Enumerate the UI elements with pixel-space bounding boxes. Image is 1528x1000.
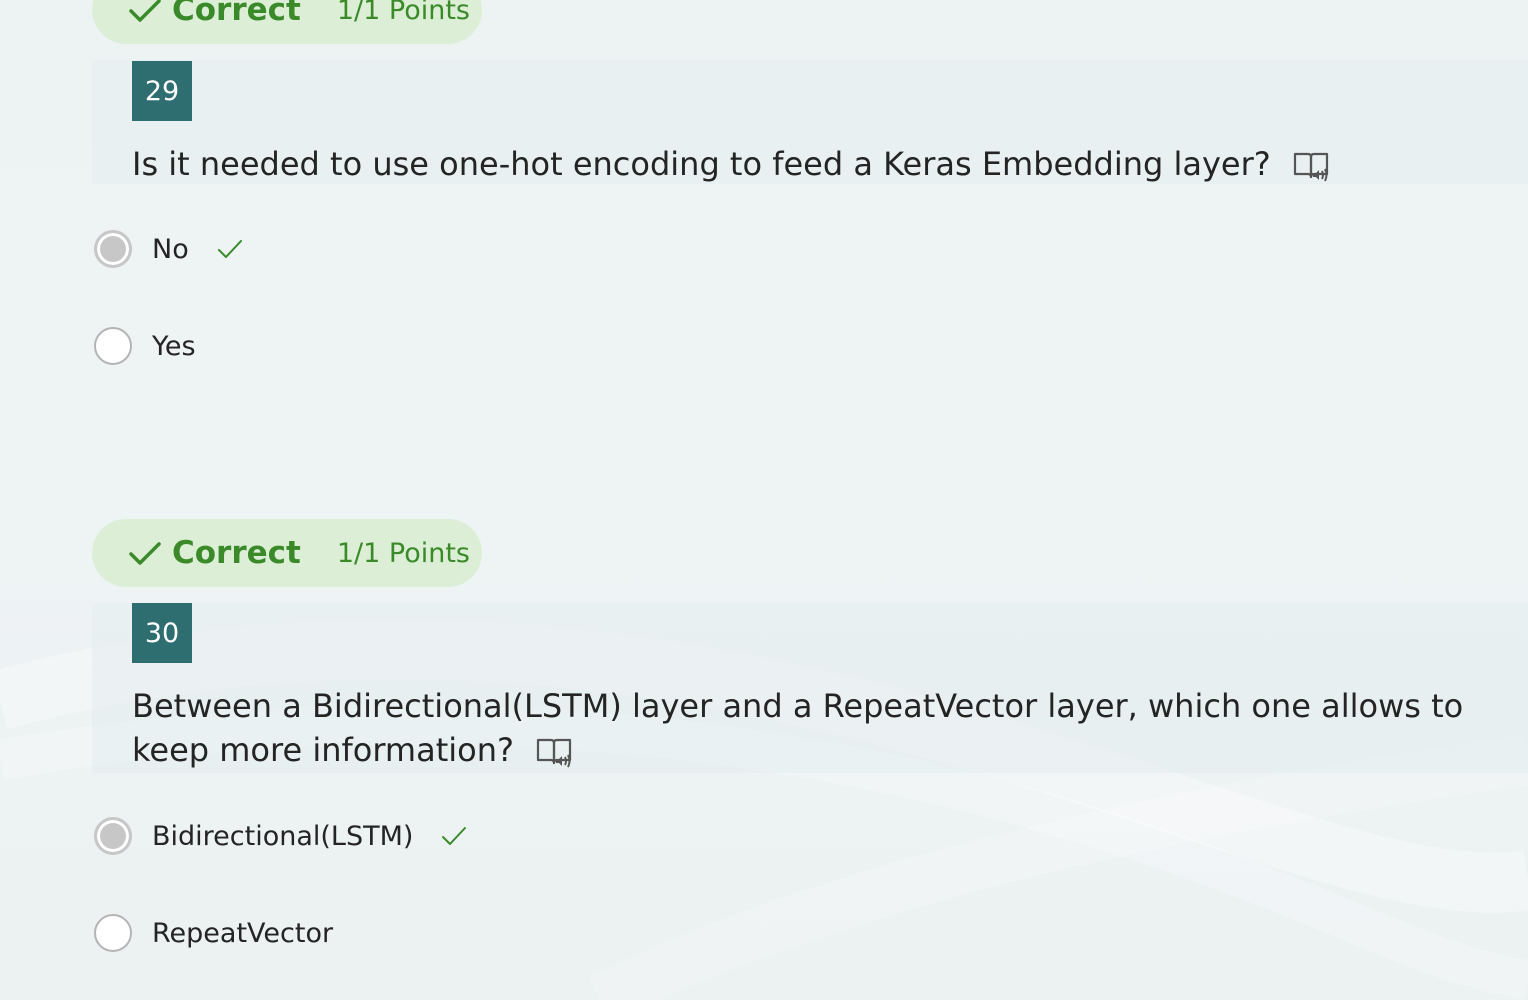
question-text-q30: Between a Bidirectional(LSTM) layer and … — [132, 684, 1472, 772]
option-label: No — [152, 233, 189, 265]
radio-button-selected[interactable] — [94, 817, 132, 855]
question-number-q30: 30 — [132, 603, 192, 663]
result-badge-q30: Correct 1/1 Points — [92, 519, 482, 587]
immersive-reader-icon[interactable] — [536, 735, 574, 769]
question-number-q29: 29 — [132, 61, 192, 121]
option-yes[interactable]: Yes — [94, 324, 196, 368]
option-bidirectional-lstm[interactable]: Bidirectional(LSTM) — [94, 814, 467, 858]
checkmark-icon — [129, 0, 161, 22]
result-badge-q29: Correct 1/1 Points — [92, 0, 482, 44]
result-points: 1/1 Points — [336, 537, 470, 569]
option-no[interactable]: No — [94, 227, 243, 271]
checkmark-icon — [129, 542, 161, 565]
option-repeatvector[interactable]: RepeatVector — [94, 911, 333, 955]
question-text: Is it needed to use one-hot encoding to … — [132, 145, 1271, 183]
correct-answer-check-icon — [217, 240, 242, 258]
radio-button[interactable] — [94, 914, 132, 952]
correct-answer-check-icon — [442, 827, 467, 845]
question-text-q29: Is it needed to use one-hot encoding to … — [132, 142, 1472, 186]
radio-button[interactable] — [94, 327, 132, 365]
option-label: Bidirectional(LSTM) — [152, 820, 414, 852]
result-points: 1/1 Points — [336, 0, 470, 26]
option-label: RepeatVector — [152, 917, 334, 949]
radio-button-selected[interactable] — [94, 230, 132, 268]
question-text: Between a Bidirectional(LSTM) layer and … — [132, 687, 1464, 769]
immersive-reader-icon[interactable] — [1293, 149, 1331, 183]
option-label: Yes — [152, 330, 196, 362]
result-status: Correct — [172, 0, 301, 28]
result-status: Correct — [172, 535, 301, 571]
